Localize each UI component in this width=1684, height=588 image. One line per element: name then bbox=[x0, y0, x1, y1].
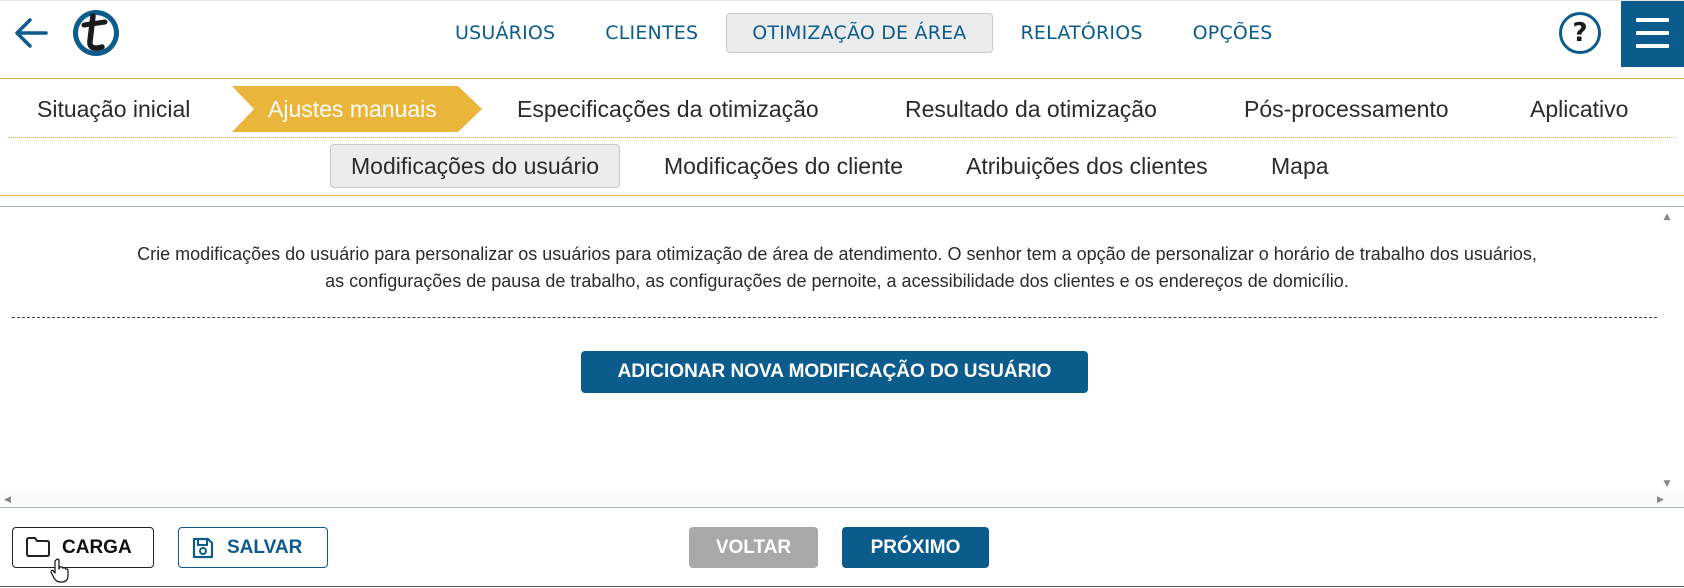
add-user-modification-button[interactable]: ADICIONAR NOVA MODIFICAÇÃO DO USUÁRIO bbox=[581, 351, 1088, 393]
steps-divider bbox=[8, 137, 1676, 138]
folder-icon bbox=[26, 537, 50, 557]
save-button[interactable]: SALVAR bbox=[178, 527, 328, 568]
nav-item-usuarios[interactable]: USUÁRIOS bbox=[430, 13, 580, 53]
hamburger-menu-icon[interactable] bbox=[1621, 1, 1684, 67]
scroll-left-arrow-icon[interactable]: ◀ bbox=[4, 494, 14, 506]
content-separator bbox=[12, 317, 1657, 318]
save-button-label: SALVAR bbox=[227, 537, 303, 558]
description-text: Crie modificações do usuário para person… bbox=[12, 241, 1662, 295]
help-icon[interactable]: ? bbox=[1559, 12, 1601, 54]
back-button: VOLTAR bbox=[689, 527, 818, 568]
app-logo[interactable] bbox=[71, 8, 121, 58]
horizontal-scrollbar[interactable] bbox=[0, 492, 1684, 508]
main-nav: USUÁRIOS CLIENTES OTIMIZAÇÃO DE ÁREA REL… bbox=[430, 13, 1298, 53]
hand-pointer-cursor-icon bbox=[50, 558, 70, 584]
load-button-label: CARGA bbox=[62, 537, 132, 558]
back-arrow-icon[interactable] bbox=[12, 15, 52, 51]
tab-mapa[interactable]: Mapa bbox=[1271, 144, 1329, 188]
step-situacao-inicial[interactable]: Situação inicial bbox=[37, 86, 190, 132]
nav-item-clientes[interactable]: CLIENTES bbox=[580, 13, 723, 53]
step-ajustes-manuais-label: Ajustes manuais bbox=[268, 96, 437, 122]
steps-top-border bbox=[0, 78, 1684, 79]
step-resultado-da-otimizacao[interactable]: Resultado da otimização bbox=[905, 86, 1157, 132]
top-navigation-bar: USUÁRIOS CLIENTES OTIMIZAÇÃO DE ÁREA REL… bbox=[0, 0, 1684, 67]
next-button[interactable]: PRÓXIMO bbox=[842, 527, 989, 568]
nav-item-opcoes[interactable]: OPÇÕES bbox=[1168, 13, 1298, 53]
nav-item-relatorios[interactable]: RELATÓRIOS bbox=[996, 13, 1168, 53]
scroll-right-arrow-icon[interactable]: ▶ bbox=[1657, 494, 1667, 506]
nav-item-otimizacao-de-area[interactable]: OTIMIZAÇÃO DE ÁREA bbox=[726, 13, 993, 53]
subtabs-bottom-border bbox=[0, 195, 1684, 196]
step-ajustes-manuais[interactable]: Ajustes manuais bbox=[232, 86, 482, 132]
tab-atribuicoes-dos-clientes[interactable]: Atribuições dos clientes bbox=[966, 144, 1208, 188]
bottom-edge-line bbox=[0, 586, 1684, 587]
step-pos-processamento[interactable]: Pós-processamento bbox=[1244, 86, 1449, 132]
step-aplicativo[interactable]: Aplicativo bbox=[1530, 86, 1628, 132]
content-panel: Crie modificações do usuário para person… bbox=[0, 207, 1668, 500]
step-especificacoes-da-otimizacao[interactable]: Especificações da otimização bbox=[517, 86, 819, 132]
description-line-2: as configurações de pausa de trabalho, a… bbox=[325, 271, 1349, 291]
floppy-disk-icon bbox=[192, 537, 214, 559]
description-line-1: Crie modificações do usuário para person… bbox=[137, 244, 1537, 264]
tab-modificacoes-do-usuario[interactable]: Modificações do usuário bbox=[330, 144, 621, 188]
footer-top-border bbox=[0, 507, 1684, 508]
load-button[interactable]: CARGA bbox=[12, 527, 154, 568]
scroll-down-arrow-icon[interactable]: ▼ bbox=[1661, 479, 1673, 489]
scroll-up-arrow-icon[interactable]: ▲ bbox=[1661, 212, 1673, 222]
tab-modificacoes-do-cliente[interactable]: Modificações do cliente bbox=[664, 144, 903, 188]
